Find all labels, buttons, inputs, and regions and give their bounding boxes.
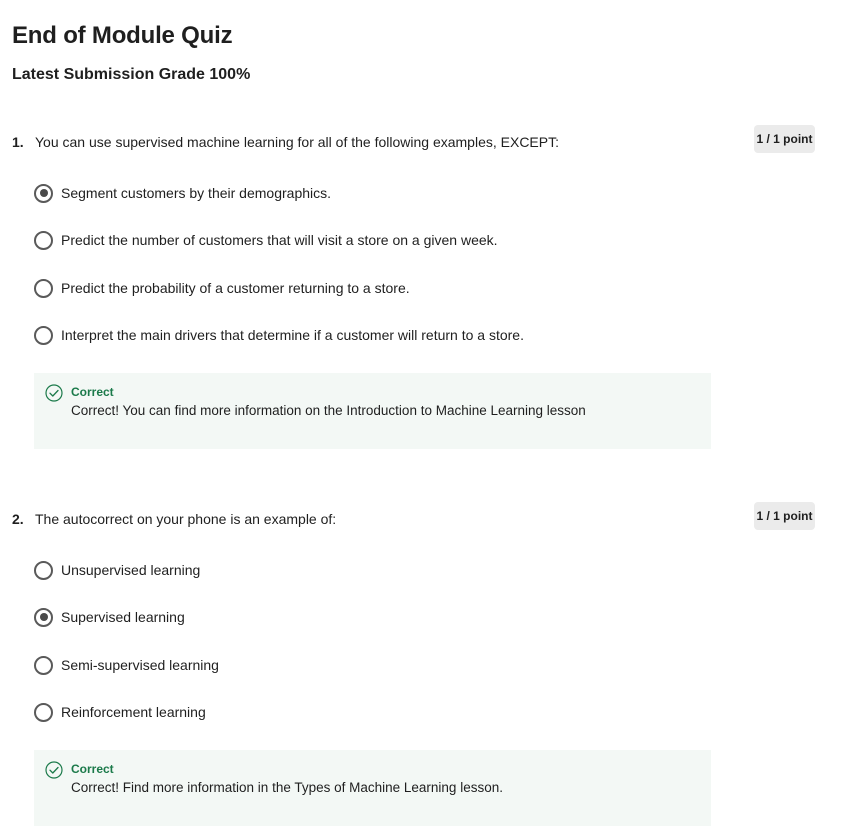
feedback-message: Correct! You can find more information o… (71, 403, 586, 418)
page-title: End of Module Quiz (12, 22, 233, 49)
option-2-4[interactable]: Reinforcement learning (34, 701, 206, 723)
question-text: The autocorrect on your phone is an exam… (35, 511, 337, 527)
question-number: 2. (12, 511, 24, 527)
option-label: Predict the probability of a customer re… (61, 280, 410, 296)
radio-button-icon[interactable] (34, 607, 53, 627)
option-label: Reinforcement learning (61, 704, 206, 720)
option-label: Supervised learning (61, 609, 185, 625)
option-1-1[interactable]: Segment customers by their demographics. (34, 182, 331, 204)
option-1-2[interactable]: Predict the number of customers that wil… (34, 229, 498, 251)
option-2-1[interactable]: Unsupervised learning (34, 559, 200, 581)
option-1-3[interactable]: Predict the probability of a customer re… (34, 277, 410, 299)
option-label: Unsupervised learning (61, 562, 201, 578)
option-label: Semi-supervised learning (61, 657, 219, 673)
radio-button-icon[interactable] (34, 702, 53, 722)
check-circle-icon (45, 761, 63, 779)
radio-button-icon[interactable] (34, 183, 53, 203)
radio-button-icon[interactable] (34, 278, 53, 298)
feedback-box: Correct Correct! You can find more infor… (34, 373, 711, 449)
points-badge: 1 / 1 point (754, 125, 815, 153)
submission-grade: Latest Submission Grade 100% (12, 66, 251, 83)
option-2-3[interactable]: Semi-supervised learning (34, 654, 219, 676)
feedback-message: Correct! Find more information in the Ty… (71, 780, 503, 795)
radio-button-icon[interactable] (34, 560, 53, 580)
option-label: Interpret the main drivers that determin… (61, 327, 524, 343)
feedback-status: Correct (71, 762, 114, 776)
radio-button-icon[interactable] (34, 325, 53, 345)
option-label: Predict the number of customers that wil… (61, 232, 498, 248)
question-number: 1. (12, 134, 24, 150)
option-label: Segment customers by their demographics. (61, 185, 332, 201)
question-text: You can use supervised machine learning … (35, 134, 559, 150)
feedback-status: Correct (71, 385, 114, 399)
radio-button-icon[interactable] (34, 655, 53, 675)
check-circle-icon (45, 384, 63, 402)
feedback-box: Correct Correct! Find more information i… (34, 750, 711, 826)
radio-button-icon[interactable] (34, 230, 53, 250)
option-1-4[interactable]: Interpret the main drivers that determin… (34, 324, 524, 346)
points-badge: 1 / 1 point (754, 502, 815, 530)
option-2-2[interactable]: Supervised learning (34, 606, 185, 628)
